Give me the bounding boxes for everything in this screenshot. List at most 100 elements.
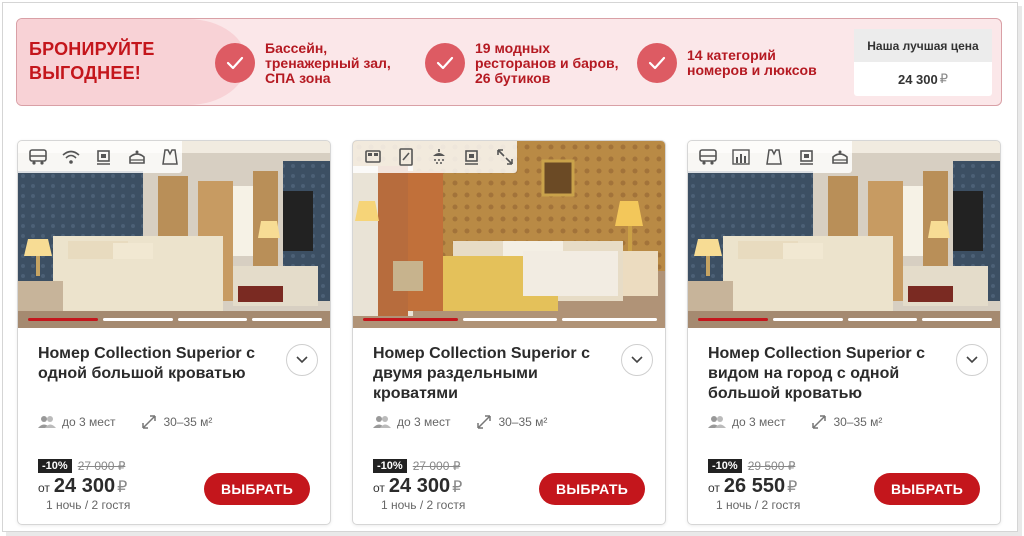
wifi-icon: [59, 145, 83, 169]
expand-details-button[interactable]: [956, 344, 988, 376]
expand-icon: [493, 145, 517, 169]
tablet-icon: [394, 145, 418, 169]
current-price: 24 300: [53, 475, 116, 497]
slide-indicator[interactable]: [252, 318, 322, 321]
room-specs: до 3 мест 30–35 м²: [38, 414, 212, 430]
room-title: Номер Collection Superior с двумя раздел…: [373, 345, 590, 402]
old-price: 27 000 ₽: [412, 459, 461, 473]
guests-icon: [38, 415, 56, 429]
expand-details-button[interactable]: [286, 344, 318, 376]
old-price: 27 000 ₽: [77, 459, 126, 473]
slide-indicator[interactable]: [922, 318, 992, 321]
price-block: -10% 27 000 ₽ от 24 300 ₽ 1 ночь / 2 гос…: [373, 459, 465, 512]
amenities-bar: [18, 141, 182, 173]
check-icon: [215, 43, 255, 83]
price-from-label: от: [708, 481, 720, 495]
currency-symbol: ₽: [117, 479, 128, 496]
photo-slider-indicators: [698, 318, 992, 321]
chevron-down-icon: [296, 356, 308, 364]
select-room-button[interactable]: ВЫБРАТЬ: [539, 473, 645, 505]
coffee-icon: [795, 145, 819, 169]
feature-pool: Бассейн, тренажерный зал, СПА зона: [215, 41, 415, 85]
price-from-label: от: [38, 481, 50, 495]
area-icon: [476, 414, 492, 430]
slide-indicator[interactable]: [28, 318, 98, 321]
area-icon: [141, 414, 157, 430]
amenities-bar: [353, 141, 517, 173]
slide-indicator[interactable]: [772, 318, 843, 321]
select-room-button[interactable]: ВЫБРАТЬ: [204, 473, 310, 505]
guests-icon: [373, 415, 391, 429]
room-area: 30–35 м²: [833, 415, 883, 429]
photo-slider-indicators: [28, 318, 322, 321]
coffee-icon: [460, 145, 484, 169]
guests-capacity: до 3 мест: [732, 415, 786, 429]
currency-symbol: ₽: [787, 479, 798, 496]
area-icon: [811, 414, 827, 430]
guests-icon: [708, 415, 726, 429]
shower-icon: [427, 145, 451, 169]
guests-capacity: до 3 мест: [397, 415, 451, 429]
coffee-icon: [92, 145, 116, 169]
old-price: 29 500 ₽: [747, 459, 796, 473]
feature-restaurants: 19 модных ресторанов и баров, 26 бутиков: [425, 41, 625, 85]
room-card: Номер Collection Superior с одной большо…: [17, 140, 331, 525]
stay-details: 1 ночь / 2 гостя: [716, 498, 801, 512]
feature-text: 14 категорий номеров и люксов: [687, 48, 817, 78]
discount-badge: -10%: [38, 459, 72, 473]
best-price-value: 24 300 ₽: [897, 71, 949, 87]
city-view-icon: [729, 145, 753, 169]
slide-indicator[interactable]: [177, 318, 248, 321]
room-specs: до 3 мест 30–35 м²: [708, 414, 882, 430]
slide-indicator[interactable]: [462, 318, 558, 321]
room-title-row: Номер Collection Superior с двумя раздел…: [373, 344, 653, 404]
best-price-box: Наша лучшая цена 24 300 ₽: [854, 29, 992, 96]
bus-icon: [26, 145, 50, 169]
feature-categories: 14 категорий номеров и люксов: [637, 41, 837, 85]
room-card: Номер Collection Superior с двумя раздел…: [352, 140, 666, 525]
room-specs: до 3 мест 30–35 м²: [373, 414, 547, 430]
feature-text: 19 модных ресторанов и баров, 26 бутиков: [475, 40, 619, 86]
price-from-label: от: [373, 481, 385, 495]
price-block: -10% 27 000 ₽ от 24 300 ₽ 1 ночь / 2 гос…: [38, 459, 130, 512]
spa-icon: [828, 145, 852, 169]
feature-text: Бассейн, тренажерный зал, СПА зона: [265, 40, 391, 86]
price-block: -10% 29 500 ₽ от 26 550 ₽ 1 ночь / 2 гос…: [708, 459, 800, 512]
stay-details: 1 ночь / 2 гостя: [46, 498, 131, 512]
bus-icon: [696, 145, 720, 169]
room-area: 30–35 м²: [163, 415, 213, 429]
room-title-row: Номер Collection Superior с одной большо…: [38, 344, 318, 384]
discount-badge: -10%: [373, 459, 407, 473]
room-area: 30–35 м²: [498, 415, 548, 429]
select-room-button[interactable]: ВЫБРАТЬ: [874, 473, 980, 505]
spa-icon: [125, 145, 149, 169]
currency-symbol: ₽: [452, 479, 463, 496]
guests-capacity: до 3 мест: [62, 415, 116, 429]
bathrobe-icon: [158, 145, 182, 169]
bed-icon: [361, 145, 385, 169]
chevron-down-icon: [966, 356, 978, 364]
slide-indicator[interactable]: [847, 318, 918, 321]
slide-indicator[interactable]: [698, 318, 768, 321]
amenities-bar: [688, 141, 852, 173]
banner-title: БРОНИРУЙТЕ ВЫГОДНЕЕ!: [29, 39, 155, 83]
room-title-row: Номер Collection Superior с видом на гор…: [708, 344, 988, 404]
chevron-down-icon: [631, 356, 643, 364]
best-price-label: Наша лучшая цена: [854, 29, 992, 62]
room-card: Номер Collection Superior с видом на гор…: [687, 140, 1001, 525]
expand-details-button[interactable]: [621, 344, 653, 376]
photo-slider-indicators: [363, 318, 658, 321]
room-title: Номер Collection Superior с одной большо…: [38, 345, 255, 382]
slide-indicator[interactable]: [562, 318, 658, 321]
room-title: Номер Collection Superior с видом на гор…: [708, 345, 925, 402]
bathrobe-icon: [762, 145, 786, 169]
discount-badge: -10%: [708, 459, 742, 473]
check-icon: [637, 43, 677, 83]
slide-indicator[interactable]: [102, 318, 173, 321]
stay-details: 1 ночь / 2 гостя: [381, 498, 466, 512]
current-price: 24 300: [388, 475, 451, 497]
check-icon: [425, 43, 465, 83]
current-price: 26 550: [723, 475, 786, 497]
slide-indicator[interactable]: [363, 318, 458, 321]
banner-title-area: БРОНИРУЙТЕ ВЫГОДНЕЕ!: [17, 19, 247, 105]
